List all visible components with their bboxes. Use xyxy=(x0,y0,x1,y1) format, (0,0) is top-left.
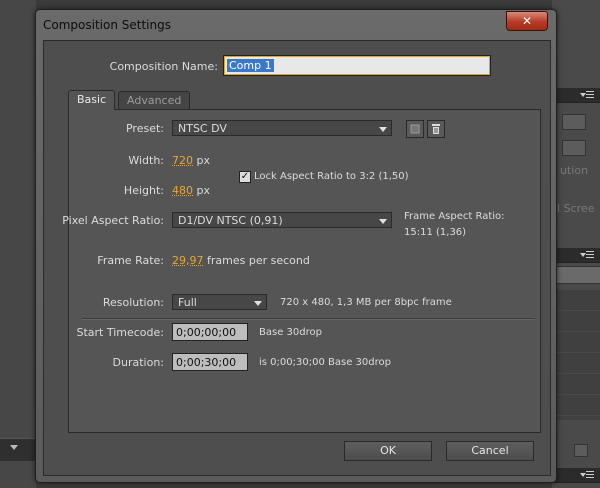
lock-aspect-label: Lock Aspect Ratio to 3:2 (1,50) xyxy=(254,171,409,182)
width-label: Width: xyxy=(128,154,164,167)
cancel-button[interactable]: Cancel xyxy=(446,441,534,461)
background-list xyxy=(556,290,600,420)
pixel-aspect-value: D1/DV NTSC (0,91) xyxy=(178,214,283,227)
panel-header xyxy=(552,88,600,103)
tab-advanced[interactable]: Advanced xyxy=(118,91,191,109)
start-timecode-input[interactable]: 0;00;00;00 xyxy=(172,323,248,341)
save-preset-icon xyxy=(410,124,420,134)
resolution-dropdown[interactable]: Full xyxy=(172,294,267,310)
duration-input[interactable]: 0;00;30;00 xyxy=(172,353,248,371)
preset-value: NTSC DV xyxy=(178,122,227,135)
dialog-body: Composition Name: Comp 1 Basic Advanced … xyxy=(43,40,551,476)
composition-name-value: Comp 1 xyxy=(227,59,274,72)
resolution-info: 720 x 480, 1,3 MB per 8bpc frame xyxy=(280,297,452,308)
background-dropdown xyxy=(562,140,586,156)
pixel-aspect-label: Pixel Aspect Ratio: xyxy=(62,214,164,227)
duration-label: Duration: xyxy=(112,356,164,369)
delete-preset-button[interactable] xyxy=(427,120,445,138)
background-bottom-strip xyxy=(0,438,36,461)
chevron-down-icon xyxy=(379,219,387,224)
preset-dropdown[interactable]: NTSC DV xyxy=(172,120,392,136)
preset-label: Preset: xyxy=(125,122,164,135)
composition-name-label: Composition Name: xyxy=(109,60,218,73)
panel-menu-icon[interactable] xyxy=(580,251,594,259)
background-search-field xyxy=(556,266,600,284)
panel-header xyxy=(552,468,600,483)
width-value[interactable]: 720 xyxy=(172,154,193,167)
panel-menu-icon[interactable] xyxy=(580,471,594,479)
frame-rate-unit: frames per second xyxy=(207,254,310,267)
trash-icon xyxy=(432,124,440,134)
background-tool-button xyxy=(562,114,586,130)
height-unit: px xyxy=(196,184,211,197)
chevron-down-icon xyxy=(379,127,387,132)
close-icon: ✕ xyxy=(521,14,533,28)
start-timecode-info: Base 30drop xyxy=(259,327,322,338)
resolution-label: Resolution: xyxy=(102,296,164,309)
frame-rate-field[interactable]: 29,97 frames per second xyxy=(172,254,310,267)
chevron-down-icon xyxy=(254,301,262,306)
width-unit: px xyxy=(196,154,211,167)
resolution-value: Full xyxy=(178,296,197,309)
frame-aspect-label: Frame Aspect Ratio: xyxy=(404,211,505,222)
tab-basic[interactable]: Basic xyxy=(68,90,116,110)
close-button[interactable]: ✕ xyxy=(506,11,548,31)
composition-settings-dialog: Composition Settings ✕ Composition Name:… xyxy=(35,9,557,483)
section-divider xyxy=(82,318,535,320)
height-field[interactable]: 480 px xyxy=(172,184,210,197)
start-timecode-label: Start Timecode: xyxy=(76,326,164,339)
background-partial-label: ution xyxy=(560,164,589,177)
height-value[interactable]: 480 xyxy=(172,184,193,197)
background-left-panel xyxy=(0,0,36,488)
duration-info: is 0;00;30;00 Base 30drop xyxy=(259,357,391,368)
lock-aspect-checkbox[interactable]: ✓ xyxy=(239,171,251,183)
composition-name-input[interactable]: Comp 1 xyxy=(223,55,491,76)
background-partial-label: ll Scree xyxy=(554,202,595,215)
new-composition-icon xyxy=(574,444,588,457)
height-label: Height: xyxy=(123,184,164,197)
panel-menu-icon[interactable] xyxy=(580,91,594,99)
dialog-title: Composition Settings xyxy=(43,18,171,32)
dropdown-arrow-icon xyxy=(10,445,18,450)
frame-rate-label: Frame Rate: xyxy=(97,254,164,267)
frame-aspect-value: 15:11 (1,36) xyxy=(404,227,467,238)
panel-header xyxy=(552,248,600,263)
save-preset-button[interactable] xyxy=(406,120,424,138)
pixel-aspect-dropdown[interactable]: D1/DV NTSC (0,91) xyxy=(172,212,392,228)
background-right-panel: ution ll Scree xyxy=(552,0,600,488)
frame-rate-value[interactable]: 29,97 xyxy=(172,254,204,267)
ok-button[interactable]: OK xyxy=(344,441,432,461)
width-field[interactable]: 720 px xyxy=(172,154,210,167)
